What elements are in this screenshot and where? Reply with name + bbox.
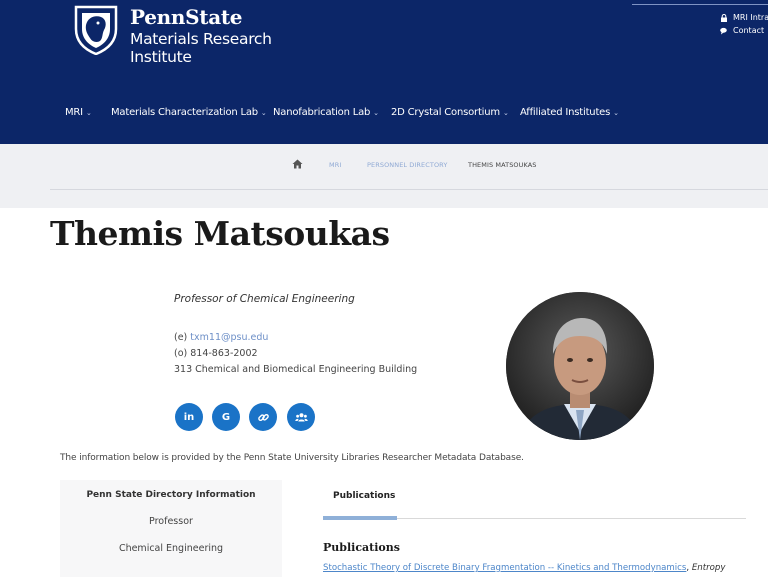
publication-title-link[interactable]: Stochastic Theory of Discrete Binary Fra…	[323, 563, 686, 573]
utility-link-label: Contact	[733, 26, 765, 35]
logo-subtitle-line2[interactable]: Institute	[130, 48, 192, 66]
profile-photo	[506, 292, 654, 440]
nav-item-nanofabrication-lab[interactable]: Nanofabrication Lab ⌄	[273, 107, 379, 118]
source-note: The information below is provided by the…	[60, 453, 524, 463]
utility-link-contact[interactable]: Contact	[720, 26, 764, 35]
breadcrumb-current: THEMIS MATSOUKAS	[468, 161, 537, 169]
linkedin-icon: in	[183, 411, 195, 423]
chat-icon	[720, 27, 727, 34]
website-link-button[interactable]	[249, 403, 277, 431]
link-icon	[257, 413, 269, 421]
logo-subtitle-line1[interactable]: Materials Research	[130, 30, 272, 48]
nav-item-label: Affiliated Institutes	[520, 107, 611, 118]
contact-email: (e) txm11@psu.edu	[174, 332, 268, 343]
utility-link-label: MRI Intranet	[733, 13, 768, 22]
google-scholar-button[interactable]: G	[212, 403, 240, 431]
nav-item-label: Materials Characterization Lab	[111, 107, 258, 118]
publication-journal: Entropy	[691, 563, 726, 573]
main-nav: MRI ⌄ Materials Characterization Lab ⌄ N…	[0, 103, 768, 125]
profile-title: Professor of Chemical Engineering	[174, 293, 355, 305]
breadcrumb-band	[0, 144, 768, 208]
chevron-down-icon: ⌄	[373, 108, 379, 117]
email-prefix: (e)	[174, 332, 188, 343]
chevron-down-icon: ⌄	[613, 108, 619, 117]
directory-item-department: Chemical Engineering	[118, 543, 224, 554]
breadcrumb-divider	[50, 189, 768, 190]
publications-heading: Publications	[323, 541, 400, 554]
nav-item-2d-crystal-consortium[interactable]: 2D Crystal Consortium ⌄	[391, 107, 509, 118]
breadcrumb-link-personnel-directory[interactable]: PERSONNEL DIRECTORY	[367, 161, 447, 169]
lock-icon	[721, 13, 727, 22]
linkedin-button[interactable]: in	[175, 403, 203, 431]
directory-title: Penn State Directory Information	[86, 490, 256, 500]
publication-separator: ,	[686, 563, 690, 573]
nav-item-materials-characterization-lab[interactable]: Materials Characterization Lab ⌄	[111, 107, 267, 118]
breadcrumb-link-mri[interactable]: MRI	[329, 161, 341, 169]
nav-item-mri[interactable]: MRI ⌄	[65, 107, 92, 118]
directory-item-position: Professor	[149, 516, 193, 527]
home-icon[interactable]	[292, 159, 303, 169]
chevron-down-icon: ⌄	[502, 108, 509, 117]
portrait-image	[506, 292, 654, 440]
nav-item-label: MRI	[65, 107, 83, 118]
contact-office: 313 Chemical and Biomedical Engineering …	[174, 364, 418, 375]
utility-link-intranet[interactable]: MRI Intranet	[720, 13, 768, 22]
nav-item-label: Nanofabrication Lab	[273, 107, 371, 118]
header-top-rule	[632, 4, 768, 5]
email-link[interactable]: txm11@psu.edu	[190, 332, 268, 343]
group-profile-button[interactable]	[287, 403, 315, 431]
google-icon: G	[221, 411, 231, 423]
tab-active-indicator	[323, 516, 397, 520]
nittany-lion-shield-icon[interactable]	[73, 5, 119, 55]
contact-phone: (o) 814-863-2002	[174, 348, 258, 359]
group-icon	[294, 412, 308, 421]
logo-wordmark[interactable]: PennState	[130, 5, 243, 29]
chevron-down-icon: ⌄	[85, 108, 92, 117]
page-title: Themis Matsoukas	[50, 214, 390, 253]
nav-item-label: 2D Crystal Consortium	[391, 107, 500, 118]
chevron-down-icon: ⌄	[260, 108, 267, 117]
tab-publications[interactable]: Publications	[333, 491, 395, 501]
nav-item-affiliated-institutes[interactable]: Affiliated Institutes ⌄	[520, 107, 619, 118]
publication-item: Stochastic Theory of Discrete Binary Fra…	[323, 563, 768, 573]
